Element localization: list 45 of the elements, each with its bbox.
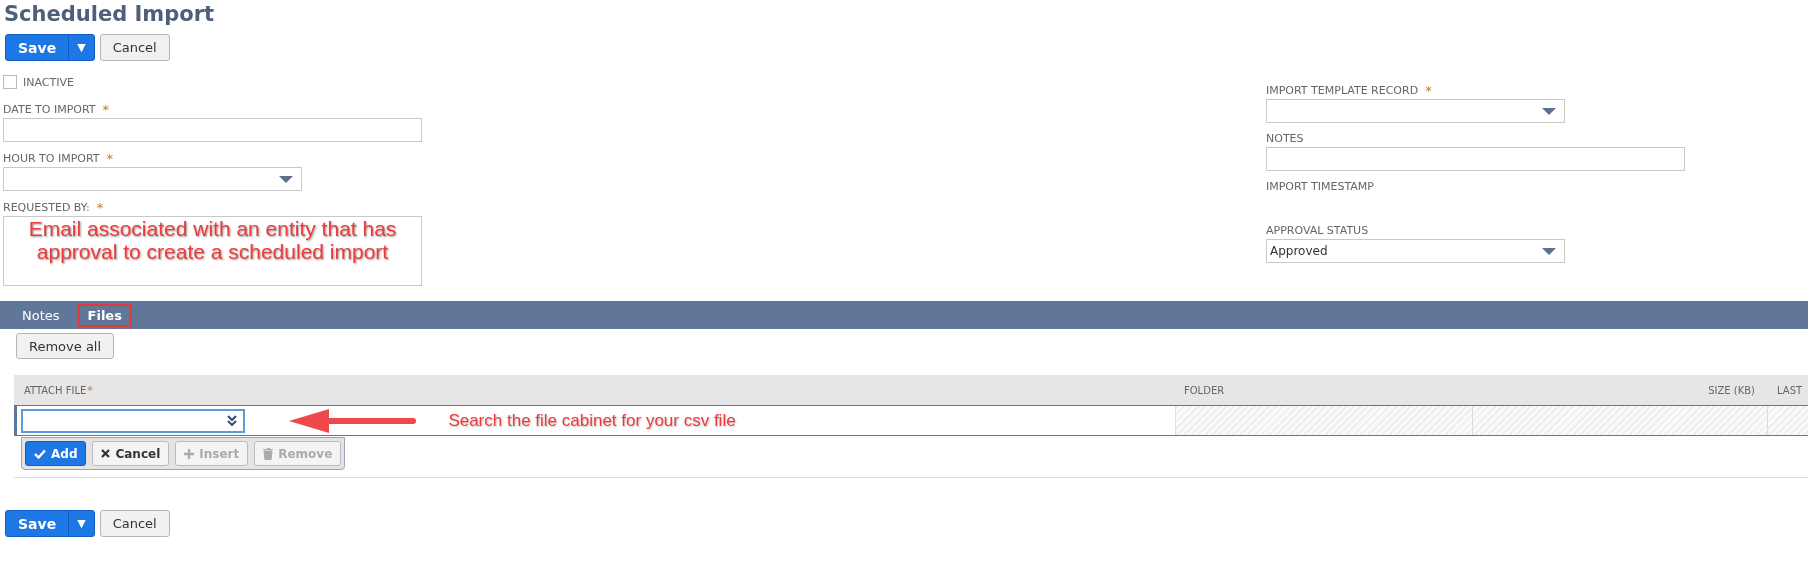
column-header: ATTACH FILE (24, 384, 87, 396)
field-label: REQUESTED BY: (3, 200, 90, 214)
tab[interactable]: Notes (14, 305, 68, 325)
field-label: HOUR TO IMPORT (3, 151, 100, 165)
plus-icon (184, 448, 195, 459)
caret-icon (1542, 248, 1556, 256)
field-label: DATE TO IMPORT (3, 102, 96, 116)
close-icon (101, 449, 111, 458)
select-field[interactable] (3, 167, 302, 191)
field-label: IMPORT TEMPLATE RECORD (1266, 83, 1419, 97)
column-header: LAST (1777, 384, 1803, 396)
required-mark: * (87, 383, 93, 397)
required-mark: * (1425, 82, 1432, 98)
required-mark: * (102, 101, 110, 117)
column-header: FOLDER (1184, 384, 1225, 396)
caret-icon (1542, 108, 1556, 116)
tab[interactable]: Files (79, 305, 130, 325)
required-mark: * (96, 199, 104, 215)
select-field[interactable]: Approved (1266, 239, 1565, 263)
row-button[interactable]: Cancel (92, 441, 170, 466)
page-title: Scheduled Import (3, 1, 216, 28)
select-value: Approved (1269, 244, 1328, 258)
input-field[interactable] (1266, 147, 1685, 171)
field-label: APPROVAL STATUS (1266, 223, 1369, 237)
caret-icon (279, 176, 293, 184)
field-label: INACTIVE (23, 75, 74, 89)
double-chevron-icon (227, 415, 237, 426)
text-area[interactable]: Email associated with an entity that has approval to create a scheduled import (3, 216, 422, 286)
save-button[interactable]: Save ▼ (5, 34, 95, 61)
trash-icon (263, 447, 274, 460)
select-field[interactable] (1266, 99, 1565, 123)
annotation-text: Search the file cabinet for your csv file (447, 410, 737, 432)
cancel-button[interactable]: Cancel (99, 34, 170, 61)
field-label: NOTES (1266, 131, 1304, 145)
check-icon (34, 448, 46, 459)
save-button[interactable]: Save ▼ (5, 510, 95, 537)
row-button[interactable]: Add (25, 441, 87, 466)
annotation-text: Email associated with an entity that has approval to create a scheduled import (27, 217, 398, 263)
cancel-button[interactable]: Cancel (99, 510, 170, 537)
remove-all-button[interactable]: Remove all (16, 333, 115, 359)
file-input-field[interactable] (21, 408, 245, 433)
required-mark: * (106, 150, 114, 166)
input-field[interactable] (3, 118, 422, 142)
field-label: IMPORT TIMESTAMP (1266, 179, 1374, 193)
column-header: SIZE (KB) (1708, 384, 1755, 396)
